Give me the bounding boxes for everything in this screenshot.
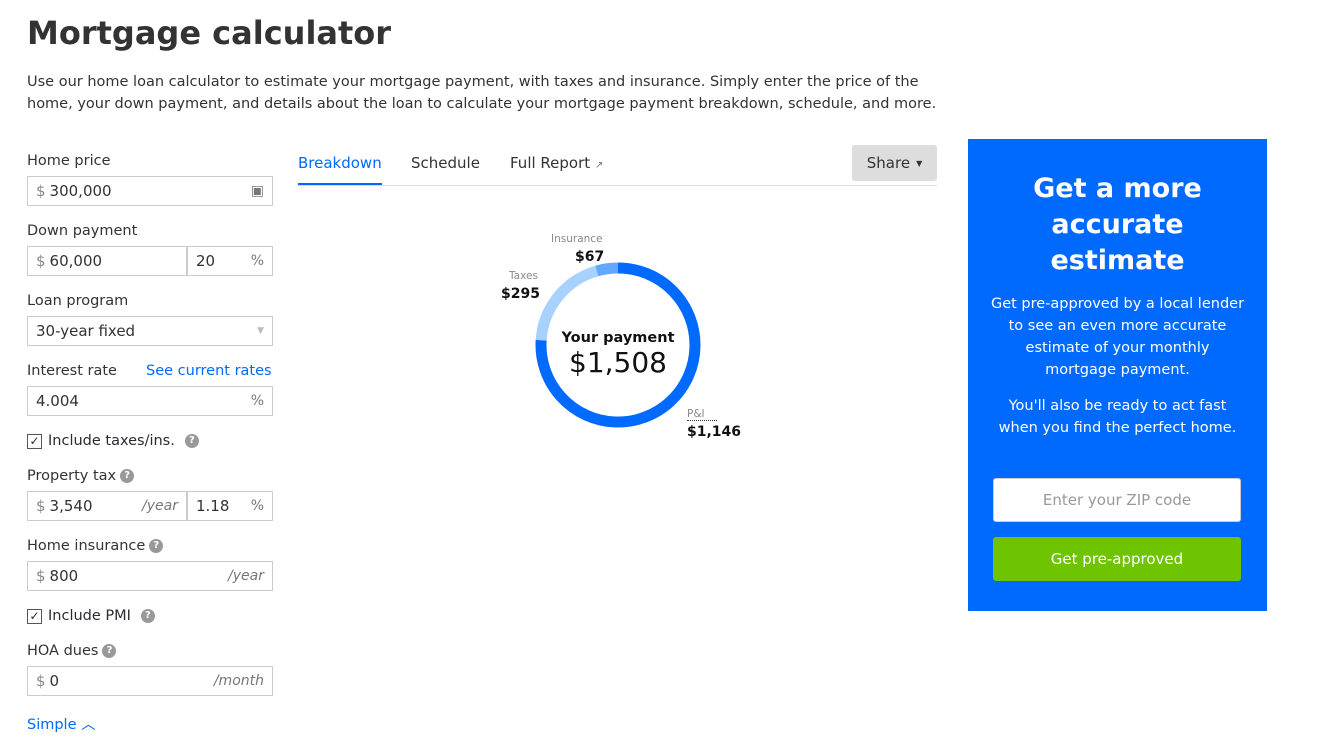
donut-total: $1,508 [569,346,667,379]
property-tax-input[interactable]: $3,540/year [27,491,187,521]
down-payment-percent-input[interactable]: 20% [187,246,273,276]
interest-value: 4.004 [36,392,79,410]
external-link-icon: ↗ [594,160,604,171]
checkbox-checked-icon[interactable]: ✓ [27,608,42,624]
property-tax-text: Property tax [27,468,117,484]
intro-text: Use our home loan calculator to estimate… [27,74,937,112]
interest-rate-input[interactable]: 4.004% [27,386,273,416]
donut-slice-insurance [595,262,619,277]
include-pmi-checkbox[interactable]: ✓ Include PMI? [27,608,155,624]
share-label: Share [866,154,911,172]
include-taxes-label: Include taxes/ins. [48,433,175,449]
help-icon[interactable]: ? [184,434,199,448]
loan-program-value: 30-year fixed [36,322,136,340]
interest-rate-label: Interest rate [27,363,117,379]
currency-symbol: $ [36,252,46,270]
include-taxes-checkbox[interactable]: ✓ Include taxes/ins.? [27,433,199,449]
currency-symbol: $ [36,567,46,585]
insurance-slice-name: Insurance [551,233,603,245]
get-preapproved-button[interactable]: Get pre-approved [993,537,1241,581]
help-icon[interactable]: ? [120,469,135,483]
cta-title: Get a more accurate estimate [1033,173,1202,276]
chevron-up-icon: ︿ [81,717,96,733]
home-insurance-input[interactable]: $800/year [27,561,273,591]
tab-schedule[interactable]: Schedule [411,154,480,172]
hoa-value: 0 [49,672,60,690]
taxes-slice-label: $295 [501,286,540,302]
home-insurance-label: Home insurance? [27,538,164,554]
property-tax-percent-input[interactable]: 1.18% [187,491,273,521]
hoa-label: HOA dues? [27,643,117,659]
home-insurance-value: 800 [49,567,79,585]
per-year-suffix: /year [228,568,264,584]
help-icon[interactable]: ? [140,609,155,623]
simple-label: Simple [27,717,77,733]
pi-slice-label: $1,146 [687,424,742,440]
down-payment-value: 60,000 [49,252,103,270]
chevron-down-icon: ▼ [257,326,264,336]
insurance-slice-label: $67 [575,249,605,265]
see-current-rates-link[interactable]: See current rates [146,363,272,379]
loan-program-select[interactable]: 30-year fixed ▼ [27,316,273,346]
tab-bar: Breakdown Schedule Full Report ↗ Share ▼ [298,145,937,186]
zip-code-input[interactable]: Enter your ZIP code [993,478,1241,522]
tab-full-report[interactable]: Full Report ↗ [510,154,603,172]
cta-secondary: You'll also be ready to act fast when yo… [998,398,1237,436]
home-price-input[interactable]: $300,000 ▣ [27,176,273,206]
per-year-suffix: /year [142,498,178,514]
home-insurance-text: Home insurance [27,538,146,554]
caret-down-icon: ▼ [916,158,923,168]
simple-toggle-link[interactable]: Simple ︿ [27,713,96,734]
tab-breakdown[interactable]: Breakdown [298,154,382,185]
per-month-suffix: /month [213,673,264,689]
page-title: Mortgage calculator [27,14,392,52]
home-price-value: 300,000 [49,182,112,200]
property-tax-label: Property tax? [27,468,135,484]
preapproval-panel: Get a more accurate estimate Get pre-app… [968,139,1267,611]
help-icon[interactable]: ? [102,644,117,658]
donut-center-label: Your payment [561,330,675,346]
share-button[interactable]: Share ▼ [852,145,937,181]
help-icon[interactable]: ? [149,539,164,553]
percent-sign: % [250,498,264,514]
taxes-slice-name: Taxes [509,270,538,282]
currency-symbol: $ [36,672,46,690]
down-payment-label: Down payment [27,223,138,239]
full-report-label: Full Report [510,154,591,172]
property-tax-value: 3,540 [49,497,93,515]
percent-sign: % [250,393,264,409]
checkbox-checked-icon[interactable]: ✓ [27,433,42,449]
down-payment-input[interactable]: $60,000 [27,246,187,276]
currency-symbol: $ [36,182,46,200]
property-tax-pct-value: 1.18 [196,497,230,515]
currency-symbol: $ [36,497,46,515]
home-price-label: Home price [27,153,111,169]
calculator-icon[interactable]: ▣ [251,183,264,199]
percent-sign: % [250,253,264,269]
include-pmi-label: Include PMI [48,608,131,624]
down-pct-value: 20 [196,252,216,270]
hoa-text: HOA dues [27,643,99,659]
loan-program-label: Loan program [27,293,129,309]
hoa-input[interactable]: $0/month [27,666,273,696]
pi-slice-name: P&I [687,408,717,421]
cta-description: Get pre-approved by a local lender to se… [990,296,1245,378]
